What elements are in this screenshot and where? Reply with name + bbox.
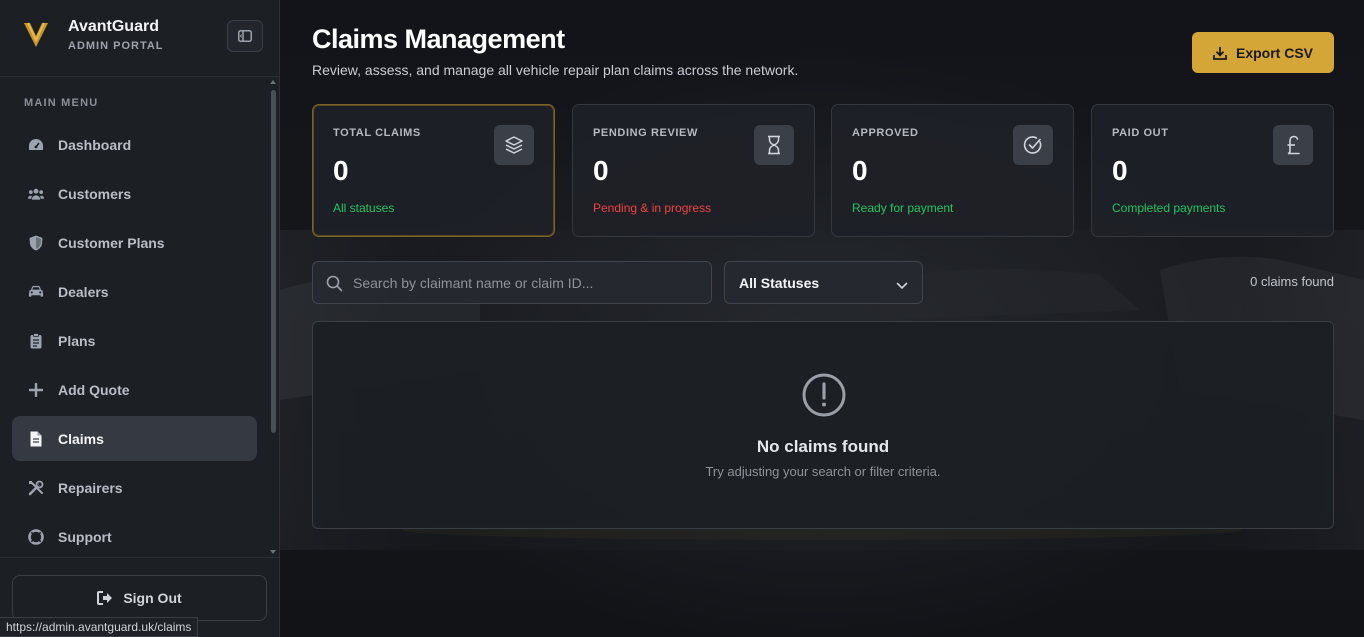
export-csv-button[interactable]: Export CSV bbox=[1192, 32, 1334, 73]
pound-icon bbox=[1273, 125, 1313, 165]
sidebar-item-label: Plans bbox=[58, 332, 96, 349]
shield-icon bbox=[28, 235, 44, 251]
status-filter-value: All Statuses bbox=[739, 274, 820, 291]
sidebar-item-label: Dealers bbox=[58, 283, 109, 300]
sidebar-collapse-button[interactable] bbox=[227, 20, 263, 52]
brand-name: AvantGuard bbox=[68, 18, 159, 35]
car-icon bbox=[28, 284, 44, 300]
empty-state-subtitle: Try adjusting your search or filter crit… bbox=[705, 464, 941, 479]
sidebar-item-claims[interactable]: Claims bbox=[12, 416, 257, 461]
chevron-down-icon bbox=[896, 277, 908, 293]
sidebar: AvantGuard ADMIN PORTAL MAIN MENU Dashbo… bbox=[0, 0, 280, 637]
file-icon bbox=[28, 431, 44, 447]
status-filter-select[interactable]: All Statuses bbox=[724, 261, 923, 304]
stat-value: 0 bbox=[593, 155, 609, 186]
clipboard-icon bbox=[28, 332, 44, 349]
check-circle-icon bbox=[1013, 125, 1053, 165]
sidebar-item-label: Support bbox=[58, 528, 112, 545]
stat-label: PAID OUT bbox=[1112, 127, 1169, 139]
plus-icon bbox=[28, 382, 44, 398]
sidebar-item-label: Repairers bbox=[58, 479, 123, 496]
tools-icon bbox=[28, 480, 44, 496]
sidebar-scrollbar[interactable] bbox=[271, 90, 276, 433]
sidebar-item-label: Customers bbox=[58, 185, 132, 202]
stat-note: All statuses bbox=[333, 201, 395, 215]
stat-note: Ready for payment bbox=[852, 201, 954, 215]
lifebuoy-icon bbox=[28, 528, 44, 545]
page-subtitle: Review, assess, and manage all vehicle r… bbox=[312, 62, 799, 78]
sidebar-item-dashboard[interactable]: Dashboard bbox=[12, 122, 257, 167]
stat-label: APPROVED bbox=[852, 127, 919, 139]
scroll-down-arrow[interactable] bbox=[270, 550, 276, 554]
sidebar-item-label: Add Quote bbox=[58, 381, 130, 398]
layers-icon bbox=[494, 125, 534, 165]
stat-note: Completed payments bbox=[1112, 201, 1226, 215]
sidebar-item-plans[interactable]: Plans bbox=[12, 318, 257, 363]
gauge-icon bbox=[28, 137, 44, 153]
search-icon bbox=[326, 275, 343, 297]
sidebar-item-label: Customer Plans bbox=[58, 234, 165, 251]
users-icon bbox=[28, 186, 44, 202]
search-input[interactable] bbox=[353, 262, 703, 303]
download-icon bbox=[1213, 46, 1227, 60]
stat-value: 0 bbox=[852, 155, 868, 186]
sidebar-item-label: Claims bbox=[58, 430, 104, 447]
sidebar-item-label: Dashboard bbox=[58, 136, 132, 153]
stat-card-total-claims[interactable]: TOTAL CLAIMS 0 All statuses bbox=[312, 104, 555, 237]
hourglass-icon bbox=[754, 125, 794, 165]
empty-state-title: No claims found bbox=[756, 437, 890, 456]
sign-out-label: Sign Out bbox=[123, 590, 182, 606]
stat-note: Pending & in progress bbox=[593, 201, 712, 215]
claims-empty-state: No claims found Try adjusting your searc… bbox=[312, 321, 1334, 529]
stat-card-paid-out[interactable]: PAID OUT 0 Completed payments bbox=[1091, 104, 1334, 237]
sidebar-toggle-icon bbox=[238, 30, 252, 42]
stat-value: 0 bbox=[1112, 155, 1128, 186]
sign-out-button[interactable]: Sign Out bbox=[12, 575, 267, 621]
search-box bbox=[312, 261, 712, 304]
brand-header: AvantGuard ADMIN PORTAL bbox=[0, 0, 279, 77]
stat-card-pending-review[interactable]: PENDING REVIEW 0 Pending & in progress bbox=[572, 104, 815, 237]
main-nav: Dashboard Customers Customer Plans Deale… bbox=[12, 122, 257, 563]
sidebar-item-customer-plans[interactable]: Customer Plans bbox=[12, 220, 257, 265]
sidebar-item-add-quote[interactable]: Add Quote bbox=[12, 367, 257, 412]
stat-value: 0 bbox=[333, 155, 349, 186]
stat-card-approved[interactable]: APPROVED 0 Ready for payment bbox=[831, 104, 1074, 237]
stat-label: PENDING REVIEW bbox=[593, 127, 698, 139]
sidebar-item-support[interactable]: Support bbox=[12, 514, 257, 559]
export-csv-label: Export CSV bbox=[1235, 44, 1313, 61]
avantguard-logo bbox=[24, 22, 48, 47]
sidebar-item-repairers[interactable]: Repairers bbox=[12, 465, 257, 510]
link-status-bar: https://admin.avantguard.uk/claims bbox=[0, 617, 199, 637]
sidebar-item-customers[interactable]: Customers bbox=[12, 171, 257, 216]
scroll-up-arrow[interactable] bbox=[270, 80, 276, 84]
menu-title: MAIN MENU bbox=[24, 97, 99, 109]
alert-circle-icon bbox=[802, 373, 846, 417]
brand-subtitle: ADMIN PORTAL bbox=[68, 40, 164, 52]
results-count: 0 claims found bbox=[1250, 274, 1334, 289]
stat-label: TOTAL CLAIMS bbox=[333, 127, 421, 139]
page-title: Claims Management bbox=[312, 24, 565, 54]
sidebar-item-dealers[interactable]: Dealers bbox=[12, 269, 257, 314]
main-content: Claims Management Review, assess, and ma… bbox=[280, 0, 1364, 637]
sign-out-icon bbox=[97, 590, 113, 606]
